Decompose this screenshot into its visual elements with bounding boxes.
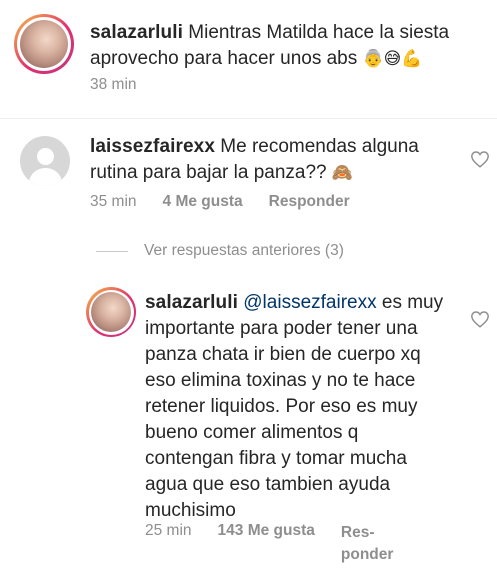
reply-likes[interactable]: 143 Me gusta	[218, 522, 315, 540]
comment-text: laissezfairexx Me recomendas alguna ruti…	[90, 134, 450, 186]
caption-username[interactable]: salazarluli	[90, 22, 183, 43]
reply-reply-label-2: ponder	[340, 546, 394, 563]
reply-body: es muy importante para poder tener una p…	[145, 292, 444, 521]
comment-emoji: 🙈	[331, 163, 354, 183]
reply-mention[interactable]: @laissezfairexx	[243, 292, 376, 313]
reply-meta: 25 min 143 Me gusta Res- ponder	[145, 522, 393, 566]
caption-text: salazarluli Mientras Matilda hace la sie…	[90, 20, 480, 72]
comment-likes[interactable]: 4 Me gusta	[163, 193, 243, 211]
generic-avatar-icon[interactable]	[20, 136, 70, 186]
reply-text: salazarluli @laissezfairexx es muy impor…	[145, 290, 445, 524]
reply-username[interactable]: salazarluli	[145, 292, 238, 313]
view-previous-replies-label[interactable]: Ver respuestas anteriores (3)	[144, 242, 344, 260]
reply-reply-label-1: Res-	[340, 524, 375, 541]
comment-time: 35 min	[90, 193, 137, 210]
comment-like-heart-icon[interactable]	[470, 150, 490, 168]
divider	[0, 118, 497, 119]
caption-emojis: 👵😅💪	[362, 49, 423, 69]
caption-meta: 38 min	[90, 76, 137, 94]
view-previous-replies[interactable]: Ver respuestas anteriores (3)	[96, 242, 344, 260]
caption-time: 38 min	[90, 76, 137, 93]
view-replies-line	[96, 250, 128, 252]
reply-reply-button[interactable]: Res- ponder	[341, 522, 394, 566]
reply-like-heart-icon[interactable]	[470, 310, 490, 328]
comment-reply-button[interactable]: Responder	[269, 193, 350, 211]
comment-meta: 35 min 4 Me gusta Responder	[90, 193, 350, 211]
reply-time: 25 min	[145, 522, 192, 539]
comment-username[interactable]: laissezfairexx	[90, 136, 215, 157]
